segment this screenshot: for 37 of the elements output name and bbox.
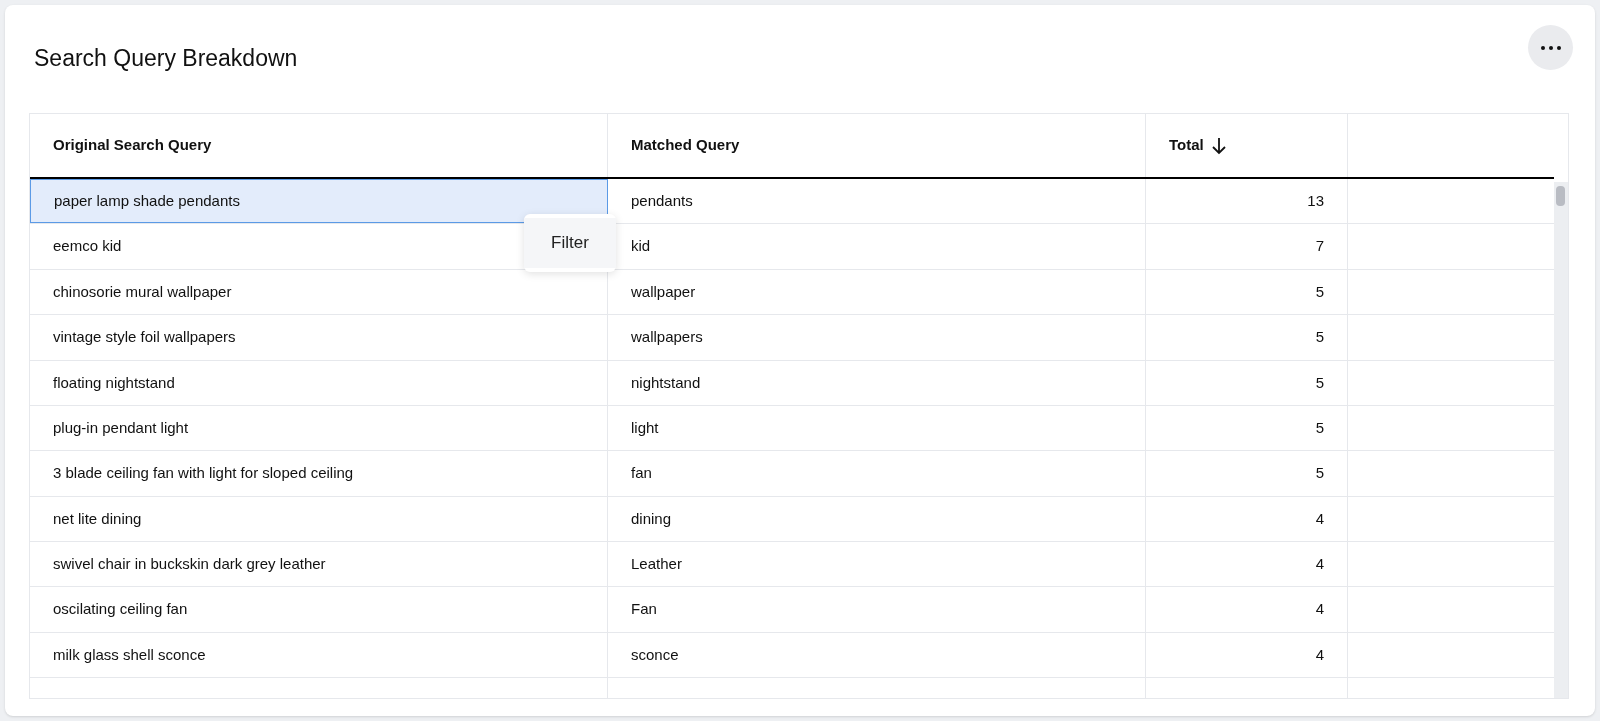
table-cell[interactable]: Fan: [608, 587, 1146, 632]
table-cell[interactable]: plug-in pendant light: [30, 406, 608, 451]
more-icon: [1539, 44, 1562, 51]
table-cell[interactable]: floating nightstand: [30, 360, 608, 405]
table-cell[interactable]: wallpapers: [608, 315, 1146, 360]
table-cell[interactable]: vintage style foil wallpapers: [30, 315, 608, 360]
table-cell[interactable]: 4: [1146, 632, 1348, 678]
table-cell[interactable]: oscilating ceiling fan: [30, 587, 608, 632]
table-cell[interactable]: paper lamp shade pendants: [30, 179, 608, 224]
table-cell[interactable]: nightstand: [608, 360, 1146, 405]
table-cell[interactable]: 5: [1146, 269, 1348, 315]
scrollbar-thumb[interactable]: [1556, 186, 1565, 206]
table-cell[interactable]: milk glass shell sconce: [30, 632, 608, 678]
menu-item[interactable]: Filter: [524, 218, 616, 268]
column-header[interactable]: Total: [1146, 114, 1348, 178]
arrow-down-icon: [1211, 136, 1226, 155]
table-cell[interactable]: net lite dining: [30, 496, 608, 542]
more-button[interactable]: [1528, 25, 1573, 70]
table-cell[interactable]: fan: [608, 451, 1146, 496]
table-cell[interactable]: light: [608, 406, 1146, 451]
table-cell[interactable]: 7: [1146, 224, 1348, 269]
table-cell[interactable]: 4: [1146, 496, 1348, 542]
table-cell[interactable]: Leather: [608, 542, 1146, 587]
table-cell[interactable]: 5: [1146, 360, 1348, 405]
table-cell[interactable]: 5: [1146, 406, 1348, 451]
card-title: Search Query Breakdown: [34, 44, 298, 73]
table-cell[interactable]: 4: [1146, 587, 1348, 632]
table-cell[interactable]: sconce: [608, 632, 1146, 678]
table-cell[interactable]: 3 blade ceiling fan with light for sloped ceiling: [30, 451, 608, 496]
table-cell[interactable]: 5: [1146, 315, 1348, 360]
table-cell[interactable]: dining: [608, 496, 1146, 542]
table-cell[interactable]: 13: [1146, 179, 1348, 224]
table-cell[interactable]: 4: [1146, 542, 1348, 587]
table-cell[interactable]: swivel chair in buckskin dark grey leather: [30, 542, 608, 587]
column-header[interactable]: Matched Query: [608, 114, 1146, 178]
table-cell[interactable]: 5: [1146, 451, 1348, 496]
column-header[interactable]: Original Search Query: [30, 114, 608, 178]
